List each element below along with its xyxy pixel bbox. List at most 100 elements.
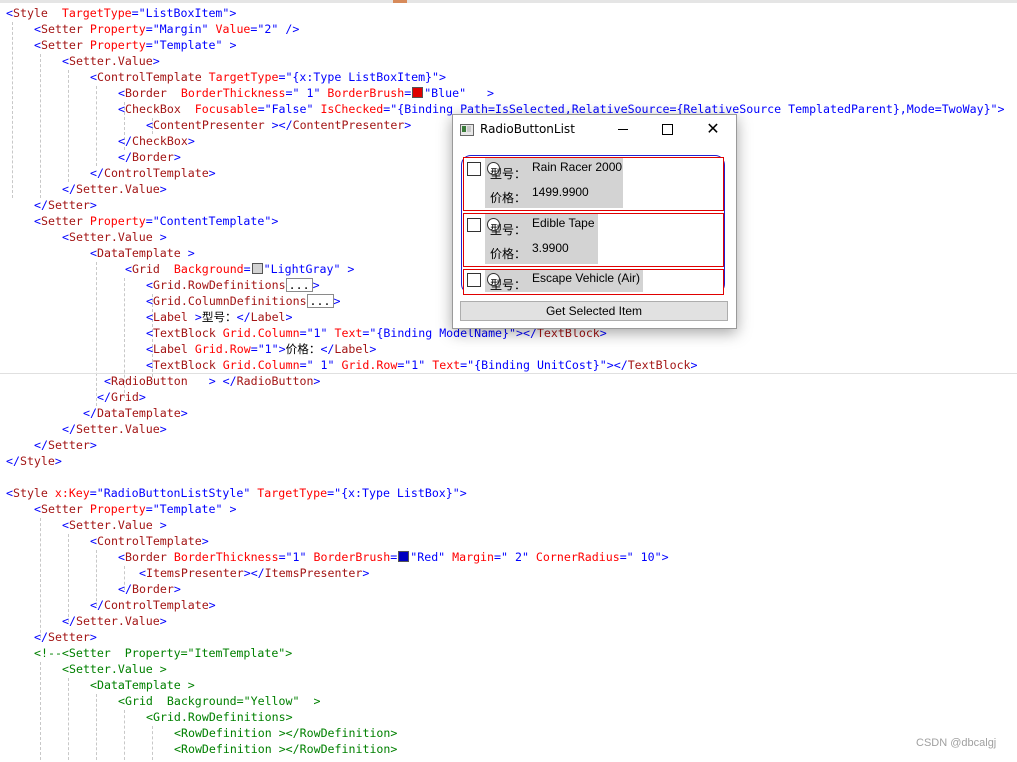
close-button[interactable]: ✕ (690, 115, 736, 145)
code-token: </ (320, 342, 335, 356)
watermark: CSDN @dbcalgj (916, 737, 997, 749)
code-token: > (690, 358, 698, 372)
minimize-button[interactable] (600, 115, 646, 145)
code-token: < (146, 358, 153, 372)
code-token: < (6, 486, 13, 500)
code-token: > (340, 262, 355, 276)
code-token: > (173, 150, 181, 164)
code-token: </ (62, 182, 76, 196)
code-token: "RadioButtonListStyle" (96, 486, 251, 500)
code-token: Value (208, 22, 251, 36)
code-token: > (271, 214, 279, 228)
editor-top-accent (393, 0, 407, 3)
code-token: > (54, 454, 62, 468)
model-name: Escape Vehicle (Air) (532, 271, 641, 285)
code-line: <ItemsPresenter></ItemsPresenter> (139, 565, 369, 581)
collapsed-region-button[interactable]: ... (306, 294, 334, 308)
code-line: </Setter> (34, 197, 97, 213)
code-line: </Setter.Value> (62, 181, 167, 197)
code-token: </ (90, 166, 104, 180)
code-token: = (285, 86, 293, 100)
list-item[interactable]: 型号： Edible Tape 价格： 3.9900 (463, 213, 724, 267)
item-checkbox[interactable] (467, 218, 481, 232)
code-line: <Style x:Key="RadioButtonListStyle" Targ… (6, 485, 467, 501)
code-token: > (278, 342, 286, 356)
code-token: > (159, 182, 167, 196)
code-token: CornerRadius (528, 550, 620, 564)
code-token: Property (82, 502, 146, 516)
code-token: > (997, 102, 1005, 116)
color-swatch-icon (412, 87, 424, 98)
code-token: = (131, 6, 139, 20)
code-line: </Setter> (34, 629, 97, 645)
code-token: < (146, 118, 153, 132)
code-token: Setter.Value (68, 54, 153, 68)
code-token: > (466, 86, 495, 100)
code-token: TargetType (47, 6, 132, 20)
item-checkbox[interactable] (467, 162, 481, 176)
code-token: > (187, 310, 202, 324)
code-line: <Border BorderThickness=" 1" BorderBrush… (118, 85, 494, 101)
code-token: </ (34, 198, 48, 212)
title-bar[interactable]: RadioButtonList ✕ (453, 115, 736, 145)
code-token: "{x:Type ListBoxItem}" (285, 70, 440, 84)
code-token: Setter (40, 22, 83, 36)
code-token: < (34, 38, 41, 52)
code-token: TextBlock (627, 358, 691, 372)
code-token: < (125, 262, 132, 276)
code-token: ItemsPresenter (145, 566, 244, 580)
code-token: = (257, 102, 265, 116)
indent-guide (68, 678, 69, 760)
code-token: Property (82, 22, 146, 36)
code-token: > (152, 54, 160, 68)
code-token: < (34, 502, 41, 516)
list-item[interactable]: 型号： Escape Vehicle (Air) (463, 269, 724, 295)
code-token: > (201, 534, 209, 548)
code-token: BorderThickness (166, 550, 279, 564)
code-token: "{Binding UnitCost}" (467, 358, 607, 372)
code-line: </Style> (6, 453, 62, 469)
code-token: </ (83, 406, 97, 420)
maximize-button[interactable] (644, 115, 690, 145)
code-token: < (62, 518, 69, 532)
code-line: <Label Grid.Row="1">价格：</Label> (146, 341, 376, 357)
code-token: = (145, 22, 153, 36)
code-token: > (89, 438, 97, 452)
code-token: Setter (47, 630, 90, 644)
maximize-icon (661, 123, 673, 135)
code-line: <Setter Property="ContentTemplate"> (34, 213, 278, 229)
code-line: </Border> (118, 581, 181, 597)
collapsed-region-button[interactable]: ... (285, 278, 313, 292)
code-token: Border (131, 582, 174, 596)
unit-cost: 3.9900 (532, 241, 569, 255)
code-token: Setter (40, 214, 83, 228)
code-token: <DataTemplate > (90, 678, 195, 692)
code-token: < (118, 550, 125, 564)
code-token: Setter.Value (68, 230, 153, 244)
code-token: > (661, 550, 669, 564)
indent-guide (68, 70, 69, 182)
code-token: > (173, 582, 181, 596)
code-token: = (89, 486, 97, 500)
code-token: = (494, 550, 502, 564)
code-token: BorderBrush (306, 550, 391, 564)
model-name: Rain Racer 2000 (532, 160, 623, 174)
code-token: RadioButton (236, 374, 314, 388)
code-token: </ (90, 598, 104, 612)
app-icon (460, 124, 474, 136)
code-token: Setter (40, 502, 83, 516)
code-token: TextBlock (152, 358, 216, 372)
code-token: RadioButton (110, 374, 188, 388)
code-token: Text (327, 326, 363, 340)
get-selected-item-button[interactable]: Get Selected Item (460, 301, 728, 321)
code-token: > (362, 566, 370, 580)
code-token: < (34, 214, 41, 228)
code-token: = (390, 550, 398, 564)
close-icon: ✕ (706, 119, 720, 138)
item-checkbox[interactable] (467, 273, 481, 287)
code-line: <Style TargetType="ListBoxItem"> (6, 5, 236, 21)
code-token: > (138, 390, 146, 404)
code-token: "1" (285, 550, 307, 564)
list-item[interactable]: 型号： Rain Racer 2000 价格： 1499.9900 (463, 157, 724, 211)
radiobuttonlist-window[interactable]: RadioButtonList ✕ 型号： Rain Racer 2000 价格… (452, 114, 737, 329)
